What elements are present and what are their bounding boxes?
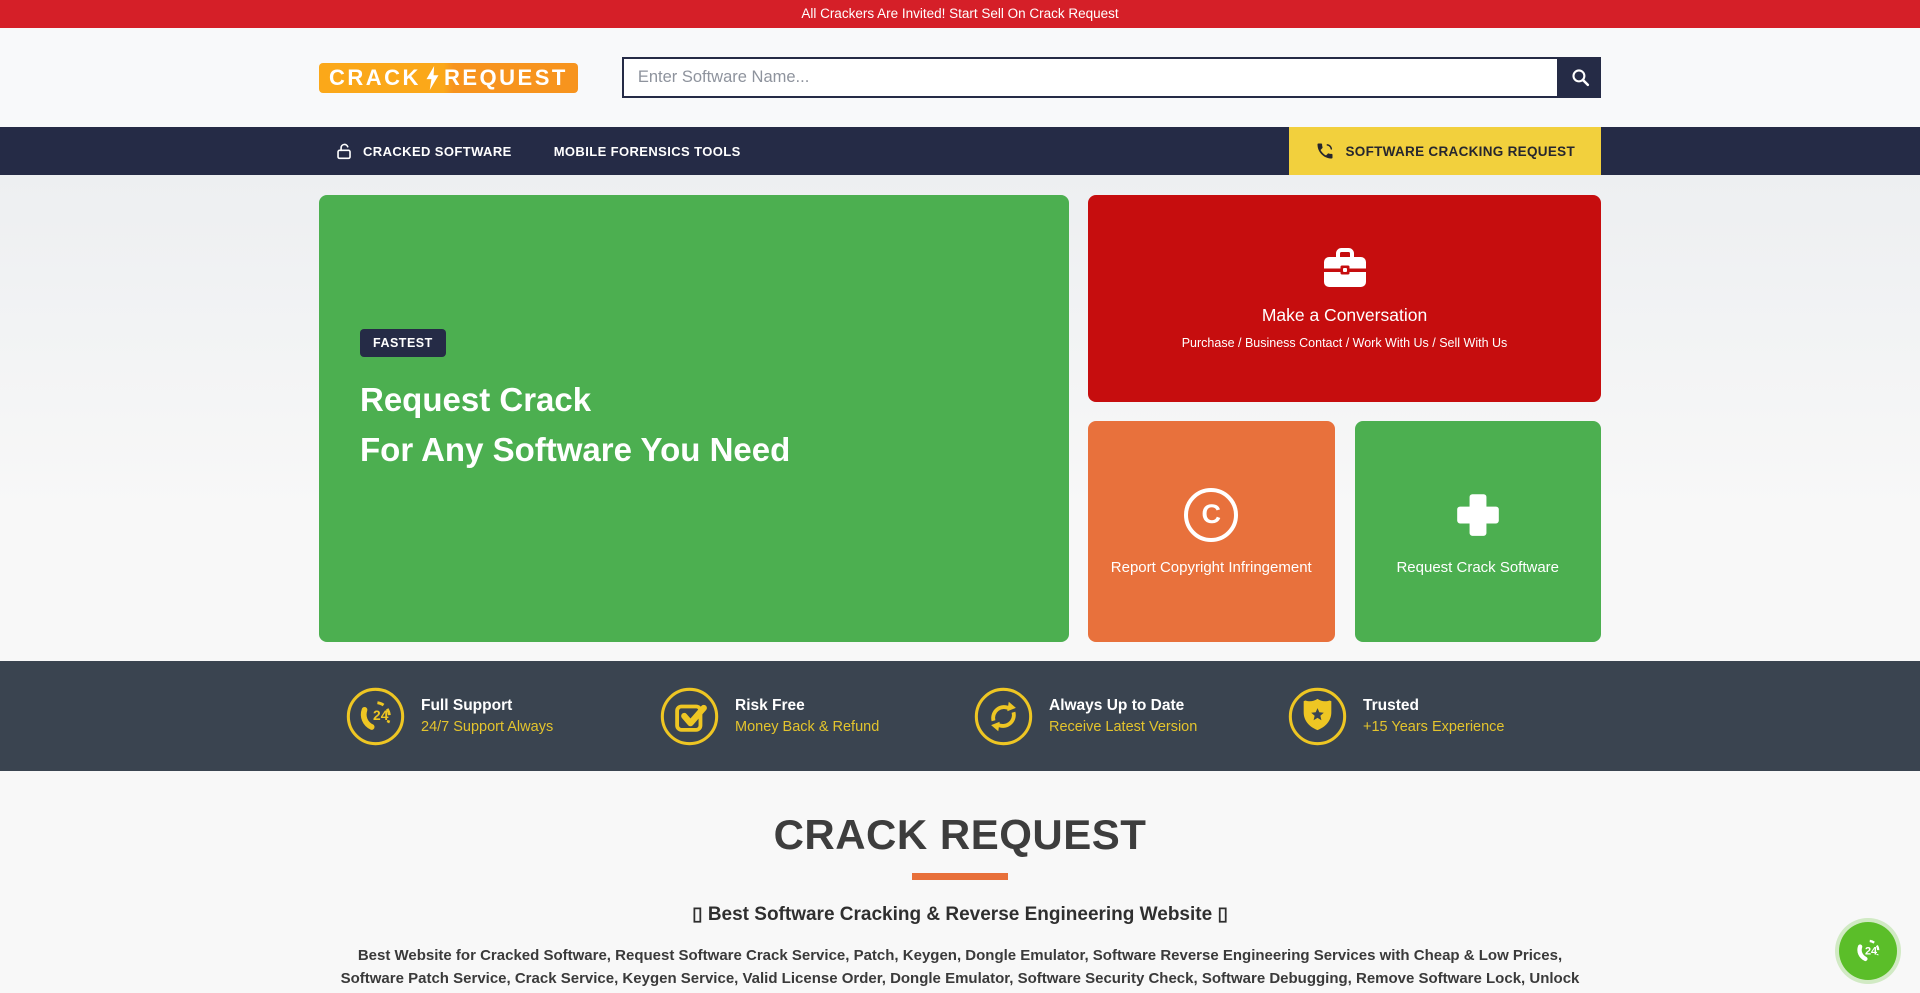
nav-item-mobile-forensics-tools[interactable]: MOBILE FORENSICS TOOLS bbox=[554, 144, 741, 159]
feature-subtitle: 24/7 Support Always bbox=[421, 719, 553, 735]
logo-text-request: REQUEST bbox=[444, 65, 568, 91]
logo-text-crack: CRACK bbox=[329, 65, 421, 91]
hero-title-line2: For Any Software You Need bbox=[360, 433, 1069, 466]
feature-title: Risk Free bbox=[735, 697, 879, 715]
card-title: Report Copyright Infringement bbox=[1111, 559, 1312, 576]
nav-item-label: MOBILE FORENSICS TOOLS bbox=[554, 144, 741, 159]
open-lock-icon bbox=[335, 142, 354, 161]
feature-full-support: 24 Full Support 24/7 Support Always bbox=[345, 686, 659, 747]
checkbox-icon bbox=[659, 686, 720, 747]
briefcase-icon bbox=[1321, 248, 1369, 290]
software-cracking-request-button[interactable]: SOFTWARE CRACKING REQUEST bbox=[1289, 127, 1601, 175]
logo[interactable]: CRACK REQUEST bbox=[319, 63, 578, 93]
card-subtitle: Purchase / Business Contact / Work With … bbox=[1182, 336, 1508, 350]
feature-subtitle: Money Back & Refund bbox=[735, 719, 879, 735]
hero-title-line1: Request Crack bbox=[360, 383, 1069, 416]
make-a-conversation-card[interactable]: Make a Conversation Purchase / Business … bbox=[1088, 195, 1601, 402]
about-subtitle: ▯ Best Software Cracking & Reverse Engin… bbox=[0, 903, 1920, 926]
phone-24-icon: 24 bbox=[345, 686, 406, 747]
announcement-banner: All Crackers Are Invited! Start Sell On … bbox=[0, 0, 1920, 28]
features-strip: 24 Full Support 24/7 Support Always Risk… bbox=[0, 661, 1920, 771]
svg-text:24: 24 bbox=[1865, 946, 1878, 958]
nav-item-cracked-software[interactable]: CRACKED SOFTWARE bbox=[335, 142, 512, 161]
support-chat-button[interactable]: 24 bbox=[1839, 922, 1897, 980]
feature-subtitle: Receive Latest Version bbox=[1049, 719, 1197, 735]
request-crack-software-card[interactable]: Request Crack Software bbox=[1355, 421, 1602, 642]
feature-up-to-date: Always Up to Date Receive Latest Version bbox=[973, 686, 1287, 747]
refresh-icon bbox=[973, 686, 1034, 747]
about-description: Best Website for Cracked Software, Reque… bbox=[338, 944, 1583, 993]
phone-24-support-icon: 24 bbox=[1847, 930, 1889, 972]
feature-title: Trusted bbox=[1363, 697, 1504, 715]
card-title: Make a Conversation bbox=[1262, 305, 1427, 326]
nav-item-label: CRACKED SOFTWARE bbox=[363, 144, 512, 159]
plus-icon bbox=[1451, 488, 1505, 542]
search-input[interactable] bbox=[622, 57, 1559, 98]
feature-risk-free: Risk Free Money Back & Refund bbox=[659, 686, 973, 747]
badge-icon bbox=[1287, 686, 1348, 747]
main-content: FASTEST Request Crack For Any Software Y… bbox=[0, 175, 1920, 993]
search-button[interactable] bbox=[1559, 57, 1601, 98]
feature-title: Always Up to Date bbox=[1049, 697, 1197, 715]
feature-trusted: Trusted +15 Years Experience bbox=[1287, 686, 1601, 747]
lightning-bolt-icon bbox=[426, 66, 439, 90]
about-section: CRACK REQUEST ▯ Best Software Cracking &… bbox=[0, 771, 1920, 993]
nav-cta-label: SOFTWARE CRACKING REQUEST bbox=[1345, 144, 1575, 159]
page-title: CRACK REQUEST bbox=[0, 811, 1920, 859]
title-divider bbox=[912, 873, 1008, 880]
card-title: Request Crack Software bbox=[1396, 559, 1559, 576]
announcement-text: All Crackers Are Invited! Start Sell On … bbox=[801, 6, 1118, 21]
search-icon bbox=[1570, 67, 1591, 88]
phone-call-icon bbox=[1315, 141, 1335, 161]
search-form bbox=[622, 57, 1601, 98]
main-nav: CRACKED SOFTWARE MOBILE FORENSICS TOOLS … bbox=[0, 127, 1920, 175]
hero-banner[interactable]: FASTEST Request Crack For Any Software Y… bbox=[319, 195, 1069, 642]
feature-subtitle: +15 Years Experience bbox=[1363, 719, 1504, 735]
fastest-badge: FASTEST bbox=[360, 329, 446, 357]
feature-title: Full Support bbox=[421, 697, 553, 715]
header: CRACK REQUEST bbox=[0, 28, 1920, 127]
report-copyright-card[interactable]: C Report Copyright Infringement bbox=[1088, 421, 1335, 642]
copyright-icon: C bbox=[1184, 488, 1238, 542]
svg-text:24: 24 bbox=[373, 706, 389, 722]
